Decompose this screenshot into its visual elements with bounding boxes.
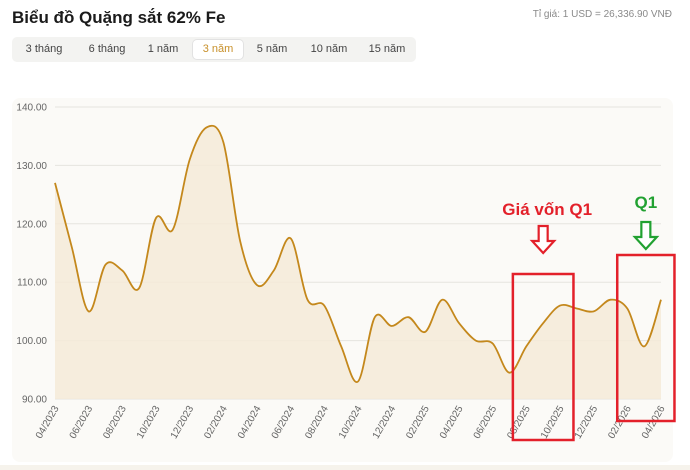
y-tick-label: 100.00 [16,336,47,347]
x-tick-label: 04/2025 [438,404,466,441]
cost-q1-label: Giá vốn Q1 [502,200,592,219]
x-tick-label: 08/2024 [303,404,331,441]
y-tick-label: 120.00 [16,219,47,230]
x-tick-label: 10/2025 [539,404,567,441]
x-tick-label: 06/2025 [472,404,500,441]
x-tick-label: 12/2025 [573,404,601,441]
x-tick-label: 02/2024 [202,404,230,441]
x-tick-label: 04/2024 [236,404,264,441]
y-tick-label: 110.00 [17,278,47,289]
y-tick-label: 90.00 [22,395,47,406]
down-arrow-icon [632,220,660,251]
x-tick-label: 12/2023 [169,404,197,441]
x-tick-label: 02/2025 [404,404,432,441]
y-tick-label: 130.00 [16,161,47,172]
x-tick-label: 08/2023 [101,404,129,441]
price-chart: 90.00 100.00 110.00 120.00 130.00 140.00 04/2… [16,103,676,442]
x-tick-label: 08/2025 [505,404,533,441]
q1-label: Q1 [635,193,658,212]
x-tick-label: 06/2024 [270,404,298,441]
y-tick-label: 140.00 [16,103,47,114]
x-tick-label: 10/2024 [337,404,365,441]
x-tick-label: 06/2023 [68,404,96,441]
x-tick-label: 12/2024 [371,404,399,441]
down-arrow-icon [529,224,557,255]
bottom-divider [0,465,690,470]
x-tick-label: 04/2023 [34,404,62,441]
x-tick-label: 10/2023 [135,404,163,441]
